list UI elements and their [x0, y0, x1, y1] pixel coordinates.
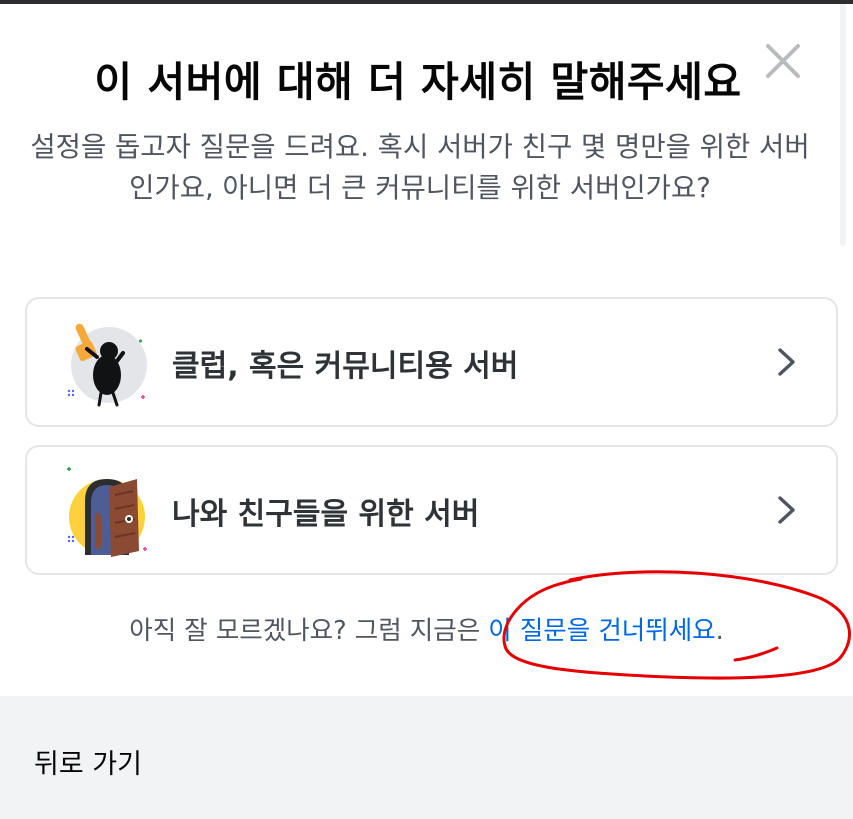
skip-prompt: 아직 잘 모르겠나요? 그럼 지금은 이 질문을 건너뛰세요. — [0, 610, 853, 647]
option-friends[interactable]: 나와 친구들을 위한 서버 — [25, 445, 838, 575]
friends-door-illustration — [67, 467, 147, 557]
modal-subtitle: 설정을 돕고자 질문을 드려요. 혹시 서버가 친구 몇 명만을 위한 서버인가… — [30, 131, 810, 204]
create-server-modal: 이 서버에 대해 더 자세히 말해주세요 설정을 돕고자 질문을 드려요. 혹시… — [0, 0, 853, 819]
skip-question-link[interactable]: 이 질문을 건너뛰세요 — [488, 616, 715, 646]
option-label: 나와 친구들을 위한 서버 — [172, 497, 480, 532]
skip-suffix: . — [715, 616, 724, 646]
modal-title: 이 서버에 대해 더 자세히 말해주세요 — [94, 58, 742, 106]
club-community-illustration — [67, 323, 147, 407]
window-top-border — [0, 0, 853, 4]
back-button[interactable]: 뒤로 가기 — [34, 742, 142, 781]
scrollbar[interactable] — [840, 4, 846, 246]
modal-footer: 뒤로 가기 — [0, 696, 853, 819]
chevron-right-icon — [778, 348, 795, 376]
chevron-right-icon — [778, 496, 795, 524]
skip-prefix: 아직 잘 모르겠나요? 그럼 지금은 — [129, 616, 489, 646]
option-label: 클럽, 혹은 커뮤니티용 서버 — [172, 349, 519, 384]
option-club-community[interactable]: 클럽, 혹은 커뮤니티용 서버 — [25, 297, 838, 427]
